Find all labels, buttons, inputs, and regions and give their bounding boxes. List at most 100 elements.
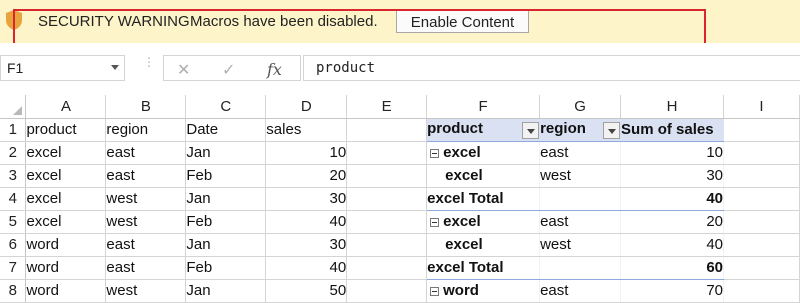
pivot-total-label[interactable]: excel Total — [426, 255, 541, 280]
cell-empty[interactable] — [723, 164, 800, 188]
pivot-value[interactable]: 10 — [620, 141, 725, 165]
row-header[interactable]: 5 — [0, 210, 27, 234]
cell-empty[interactable] — [346, 187, 428, 211]
cell-product[interactable]: word — [25, 233, 107, 257]
row-header[interactable]: 2 — [0, 141, 27, 165]
cell-region[interactable]: west — [105, 210, 187, 234]
cell-empty[interactable] — [346, 256, 428, 280]
pivot-value[interactable]: 20 — [620, 210, 725, 234]
table-row: 2 excel east Jan 10 excel east 10 — [0, 141, 800, 165]
table-row: 5 excel west Feb 40 excel east 20 — [0, 210, 800, 234]
cell-region[interactable]: east — [105, 233, 187, 257]
row-header[interactable]: 7 — [0, 256, 27, 280]
cell-region[interactable]: east — [105, 164, 187, 188]
cell-sales[interactable]: 30 — [265, 187, 348, 211]
cell-empty[interactable] — [723, 233, 800, 257]
name-box[interactable]: F1 — [0, 55, 125, 81]
cell-empty[interactable] — [723, 118, 800, 142]
fx-icon[interactable]: fx — [267, 60, 282, 79]
cell-sales[interactable]: 30 — [265, 233, 348, 257]
cancel-icon[interactable]: ✕ — [177, 60, 190, 80]
cell-date[interactable]: Jan — [185, 187, 267, 211]
cell-product[interactable]: excel — [25, 210, 107, 234]
pivot-total-value[interactable]: 60 — [620, 255, 725, 280]
pivot-value[interactable]: 40 — [620, 233, 725, 257]
warning-text: Macros have been disabled. — [190, 13, 378, 30]
pivot-region[interactable]: west — [539, 233, 622, 257]
cell-sales[interactable]: 20 — [265, 164, 348, 188]
collapse-icon[interactable] — [430, 286, 440, 296]
pivot-total-value[interactable]: 40 — [620, 186, 725, 211]
row-header[interactable]: 3 — [0, 164, 27, 188]
pivot-total-region[interactable] — [539, 255, 622, 280]
pivot-total-region[interactable] — [539, 186, 622, 211]
column-header[interactable]: G — [539, 95, 622, 119]
cell-region[interactable]: west — [105, 187, 187, 211]
pivot-region[interactable]: east — [539, 141, 622, 165]
pivot-product-group[interactable]: excel — [426, 210, 541, 234]
cell-sales[interactable]: 40 — [265, 256, 348, 280]
column-header[interactable]: F — [426, 95, 541, 119]
security-warning-bar: SECURITY WARNING Macros have been disabl… — [0, 0, 800, 44]
pivot-region[interactable]: east — [539, 210, 622, 234]
cell-product[interactable]: excel — [25, 187, 107, 211]
cell-product[interactable]: word — [25, 256, 107, 280]
row-header[interactable]: 1 — [0, 118, 27, 142]
cell-product[interactable]: product — [25, 118, 107, 142]
formula-input[interactable]: product — [303, 55, 800, 81]
collapse-icon[interactable] — [430, 148, 440, 158]
pivot-product-item[interactable]: excel — [426, 164, 541, 188]
cell-date[interactable]: Date — [185, 118, 267, 142]
drag-handle-icon[interactable]: ⋮ — [143, 56, 155, 77]
cell-date[interactable]: Feb — [185, 164, 267, 188]
filter-dropdown-icon[interactable] — [522, 122, 539, 139]
cell-empty[interactable] — [723, 210, 800, 234]
column-header[interactable]: I — [723, 95, 800, 119]
worksheet-grid: A B C D E F G H I 1 product region Date sale… — [0, 95, 800, 303]
chevron-down-icon[interactable] — [111, 65, 119, 70]
cell-sales[interactable]: sales — [265, 118, 348, 142]
cell-region[interactable]: east — [105, 141, 187, 165]
cell-region[interactable]: east — [105, 256, 187, 280]
select-all-corner[interactable] — [0, 95, 27, 119]
pivot-header-region[interactable]: region — [539, 118, 622, 142]
cell-empty[interactable] — [723, 256, 800, 280]
column-header[interactable]: B — [105, 95, 187, 119]
filter-dropdown-icon[interactable] — [603, 122, 620, 139]
cell-date[interactable]: Jan — [185, 141, 267, 165]
pivot-product-group[interactable]: excel — [426, 141, 541, 165]
cell-date[interactable]: Feb — [185, 210, 267, 234]
collapse-icon[interactable] — [430, 217, 440, 227]
column-header[interactable]: A — [25, 95, 107, 119]
pivot-header-sum[interactable]: Sum of sales — [620, 118, 725, 142]
column-header[interactable]: C — [185, 95, 267, 119]
column-header[interactable]: D — [265, 95, 348, 119]
cell-sales[interactable]: 40 — [265, 210, 348, 234]
cell-sales[interactable]: 10 — [265, 141, 348, 165]
pivot-product-item[interactable]: excel — [426, 233, 541, 257]
enter-icon[interactable]: ✓ — [222, 60, 235, 80]
cell-empty[interactable] — [346, 210, 428, 234]
pivot-header-product[interactable]: product — [426, 118, 541, 142]
cell-empty[interactable] — [346, 164, 428, 188]
table-row: 6 word east Jan 30 excel west 40 — [0, 233, 800, 257]
cell-product[interactable]: excel — [25, 141, 107, 165]
cell-empty[interactable] — [346, 233, 428, 257]
cell-empty[interactable] — [346, 141, 428, 165]
pivot-region[interactable]: west — [539, 164, 622, 188]
cell-empty[interactable] — [723, 187, 800, 211]
row-header[interactable]: 6 — [0, 233, 27, 257]
cell-product[interactable]: excel — [25, 164, 107, 188]
cell-region[interactable]: region — [105, 118, 187, 142]
row-header[interactable]: 4 — [0, 187, 27, 211]
cell-date[interactable]: Feb — [185, 256, 267, 280]
pivot-value[interactable]: 30 — [620, 164, 725, 188]
column-header[interactable]: H — [620, 95, 725, 119]
cell-empty[interactable] — [723, 141, 800, 165]
cell-empty[interactable] — [346, 118, 428, 142]
pivot-total-label[interactable]: excel Total — [426, 186, 541, 211]
enable-content-button[interactable]: Enable Content — [396, 10, 529, 33]
cell-date[interactable]: Jan — [185, 233, 267, 257]
column-header[interactable]: E — [346, 95, 428, 119]
pivot-product-label: word — [443, 282, 479, 299]
